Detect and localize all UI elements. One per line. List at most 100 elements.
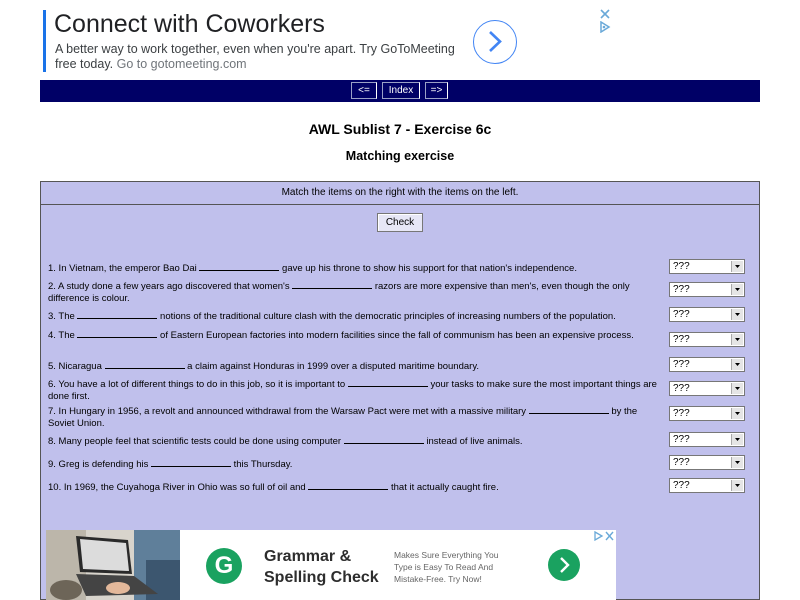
- index-button[interactable]: Index: [382, 82, 420, 99]
- dropdown-arrow-icon[interactable]: [731, 309, 743, 320]
- question-6: 6. You have a lot of different things to…: [48, 377, 658, 403]
- chevron-right-icon: [489, 31, 502, 52]
- dropdown-arrow-icon[interactable]: [731, 334, 743, 345]
- answer-blank: [347, 377, 428, 387]
- ad-close-controls[interactable]: [598, 8, 612, 34]
- answer-blank: [292, 279, 373, 289]
- dropdown-arrow-icon[interactable]: [731, 359, 743, 370]
- answer-select-value: ???: [673, 408, 690, 419]
- question-text-end: of Eastern European factories into moder…: [160, 330, 634, 341]
- answer-select-value: ???: [673, 284, 690, 295]
- prev-button[interactable]: <=: [351, 82, 377, 99]
- dropdown-arrow-icon[interactable]: [731, 434, 743, 445]
- ad-close-icon[interactable]: [598, 8, 612, 20]
- answer-blank: [308, 480, 389, 490]
- question-text-start: 8. Many people feel that scientific test…: [48, 436, 342, 447]
- ad-bottom-open-button[interactable]: [548, 549, 580, 581]
- answer-select-value: ???: [673, 261, 690, 272]
- answer-select-8[interactable]: ???: [669, 432, 745, 447]
- question-7: 7. In Hungary in 1956, a revolt and anno…: [48, 404, 658, 430]
- answer-blank: [528, 404, 609, 414]
- ad-open-button[interactable]: [473, 20, 517, 64]
- question-text-end: instead of live animals.: [426, 436, 523, 447]
- question-4: 4. The of Eastern European factories int…: [48, 328, 658, 342]
- dropdown-arrow-icon[interactable]: [731, 480, 743, 491]
- ad-title[interactable]: Connect with Coworkers: [54, 10, 325, 39]
- answer-select-value: ???: [673, 480, 690, 491]
- answer-select-2[interactable]: ???: [669, 282, 745, 297]
- dropdown-arrow-icon[interactable]: [731, 457, 743, 468]
- answer-select-7[interactable]: ???: [669, 406, 745, 421]
- answer-blank: [343, 434, 424, 444]
- answer-blank: [150, 457, 231, 467]
- question-8: 8. Many people feel that scientific test…: [48, 434, 658, 448]
- question-text-start: 4. The: [48, 330, 75, 341]
- ad-bottom-title-line1: Grammar &: [264, 548, 352, 565]
- answer-blank: [77, 309, 158, 319]
- chevron-right-icon: [560, 557, 570, 573]
- dropdown-arrow-icon[interactable]: [731, 261, 743, 272]
- answer-select-1[interactable]: ???: [669, 259, 745, 274]
- answer-select-10[interactable]: ???: [669, 478, 745, 493]
- answer-blank: [77, 328, 158, 338]
- question-3: 3. The notions of the traditional cultur…: [48, 309, 658, 323]
- question-text-end: a claim against Honduras in 1999 over a …: [187, 361, 480, 372]
- answer-select-4[interactable]: ???: [669, 332, 745, 347]
- ad-description: A better way to work together, even when…: [55, 42, 475, 72]
- question-text-start: 1. In Vietnam, the emperor Bao Dai: [48, 263, 197, 274]
- ad-description-text: A better way to work together, even when…: [55, 42, 455, 71]
- ad-close-icon[interactable]: [604, 531, 615, 541]
- question-2: 2. A study done a few years ago discover…: [48, 279, 658, 305]
- answer-select-value: ???: [673, 309, 690, 320]
- answer-blank: [104, 359, 185, 369]
- check-button[interactable]: Check: [377, 213, 423, 232]
- question-text-end: that it actually caught fire.: [391, 482, 499, 493]
- question-text-start: 2. A study done a few years ago discover…: [48, 281, 290, 292]
- question-text-start: 5. Nicaragua: [48, 361, 102, 372]
- answer-select-value: ???: [673, 383, 690, 394]
- dropdown-arrow-icon[interactable]: [731, 383, 743, 394]
- ad-bottom-desc-line1: Makes Sure Everything You: [394, 550, 499, 560]
- answer-select-value: ???: [673, 359, 690, 370]
- page-subtitle: Matching exercise: [345, 149, 455, 163]
- answer-select-9[interactable]: ???: [669, 455, 745, 470]
- answer-select-3[interactable]: ???: [669, 307, 745, 322]
- answer-blank: [199, 261, 280, 271]
- question-1: 1. In Vietnam, the emperor Bao Dai gave …: [48, 261, 658, 275]
- top-advertisement[interactable]: Connect with Coworkers A better way to w…: [43, 8, 613, 74]
- answer-select-value: ???: [673, 457, 690, 468]
- grammarly-logo: G: [206, 548, 242, 584]
- answer-select-value: ???: [673, 434, 690, 445]
- answer-select-value: ???: [673, 334, 690, 345]
- navigation-bar: <= Index =>: [40, 80, 760, 102]
- dropdown-arrow-icon[interactable]: [731, 408, 743, 419]
- ad-bottom-title[interactable]: Grammar & Spelling Check: [264, 546, 379, 588]
- instructions: Match the items on the right with the it…: [41, 182, 759, 205]
- dropdown-arrow-icon[interactable]: [731, 284, 743, 295]
- answer-select-6[interactable]: ???: [669, 381, 745, 396]
- ad-bottom-desc-line2: Type is Easy To Read And: [394, 562, 494, 572]
- adchoices-icon[interactable]: [593, 531, 604, 541]
- page-title: AWL Sublist 7 - Exercise 6c: [308, 121, 492, 137]
- question-10: 10. In 1969, the Cuyahoga River in Ohio …: [48, 480, 658, 494]
- question-text-start: 10. In 1969, the Cuyahoga River in Ohio …: [48, 482, 306, 493]
- question-text-start: 9. Greg is defending his: [48, 459, 149, 470]
- ad-bottom-description: Makes Sure Everything You Type is Easy T…: [394, 549, 498, 585]
- ad-bottom-desc-line3: Mistake-Free. Try Now!: [394, 574, 482, 584]
- answer-select-5[interactable]: ???: [669, 357, 745, 372]
- question-text-end: gave up his throne to show his support f…: [282, 263, 577, 274]
- question-text-start: 3. The: [48, 311, 75, 322]
- question-9: 9. Greg is defending his this Thursday.: [48, 457, 658, 471]
- ad-url-link[interactable]: Go to gotomeeting.com: [117, 57, 247, 71]
- adchoices-icon[interactable]: [598, 21, 612, 33]
- question-text-start: 6. You have a lot of different things to…: [48, 379, 346, 390]
- question-text-end: notions of the traditional culture clash…: [160, 311, 616, 322]
- laptop-photo: [46, 530, 180, 600]
- ad-accent-bar: [43, 10, 46, 72]
- bottom-advertisement[interactable]: G Grammar & Spelling Check Makes Sure Ev…: [46, 530, 616, 600]
- question-text-start: 7. In Hungary in 1956, a revolt and anno…: [48, 406, 527, 417]
- ad-bottom-title-line2: Spelling Check: [264, 569, 379, 586]
- question-text-end: this Thursday.: [233, 459, 293, 470]
- question-5: 5. Nicaragua a claim against Honduras in…: [48, 359, 658, 373]
- next-button[interactable]: =>: [425, 82, 448, 99]
